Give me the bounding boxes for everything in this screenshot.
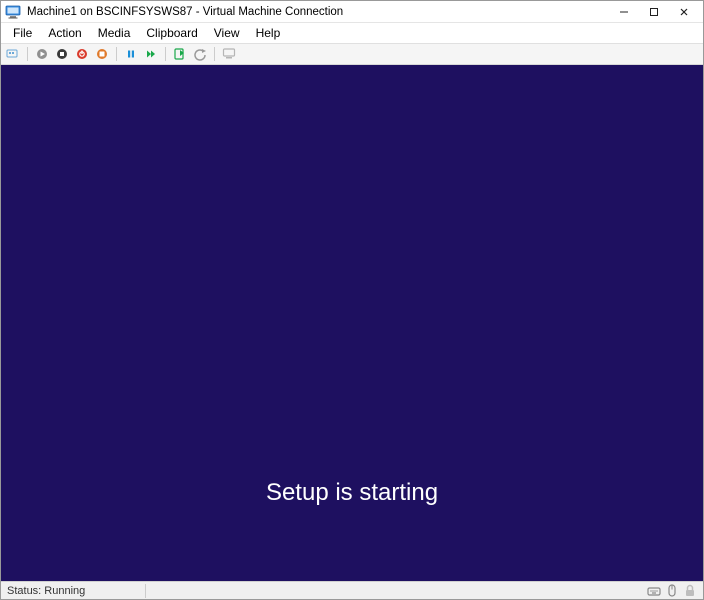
save-icon[interactable] — [94, 46, 110, 62]
maximize-button[interactable] — [639, 2, 669, 22]
menu-view[interactable]: View — [206, 24, 248, 42]
enhanced-session-icon[interactable] — [221, 46, 237, 62]
menu-clipboard[interactable]: Clipboard — [138, 24, 205, 42]
menu-file[interactable]: File — [5, 24, 40, 42]
turnoff-icon[interactable] — [54, 46, 70, 62]
statusbar-separator — [145, 584, 146, 598]
menubar: File Action Media Clipboard View Help — [1, 23, 703, 43]
revert-icon[interactable] — [192, 46, 208, 62]
mouse-status-icon — [665, 584, 679, 598]
close-button[interactable] — [669, 2, 699, 22]
ctrl-alt-del-icon[interactable] — [5, 46, 21, 62]
status-text: Status: Running — [7, 585, 85, 597]
toolbar-separator — [214, 47, 215, 61]
setup-message: Setup is starting — [266, 479, 438, 507]
lock-status-icon — [683, 584, 697, 598]
menu-media[interactable]: Media — [90, 24, 139, 42]
pause-icon[interactable] — [123, 46, 139, 62]
checkpoint-icon[interactable] — [172, 46, 188, 62]
menu-help[interactable]: Help — [248, 24, 289, 42]
start-icon[interactable] — [34, 46, 50, 62]
shutdown-icon[interactable] — [74, 46, 90, 62]
reset-icon[interactable] — [143, 46, 159, 62]
window-title: Machine1 on BSCINFSYSWS87 - Virtual Mach… — [27, 6, 609, 18]
titlebar: Machine1 on BSCINFSYSWS87 - Virtual Mach… — [1, 1, 703, 23]
toolbar-separator — [27, 47, 28, 61]
toolbar-separator — [165, 47, 166, 61]
toolbar-separator — [116, 47, 117, 61]
vmconnect-app-icon — [5, 4, 21, 20]
minimize-button[interactable] — [609, 2, 639, 22]
window-controls — [609, 2, 699, 22]
statusbar: Status: Running — [1, 581, 703, 599]
keyboard-status-icon — [647, 584, 661, 598]
toolbar — [1, 43, 703, 65]
vm-display-area[interactable]: Setup is starting — [1, 65, 703, 581]
status-icons — [647, 584, 697, 598]
menu-action[interactable]: Action — [40, 24, 89, 42]
